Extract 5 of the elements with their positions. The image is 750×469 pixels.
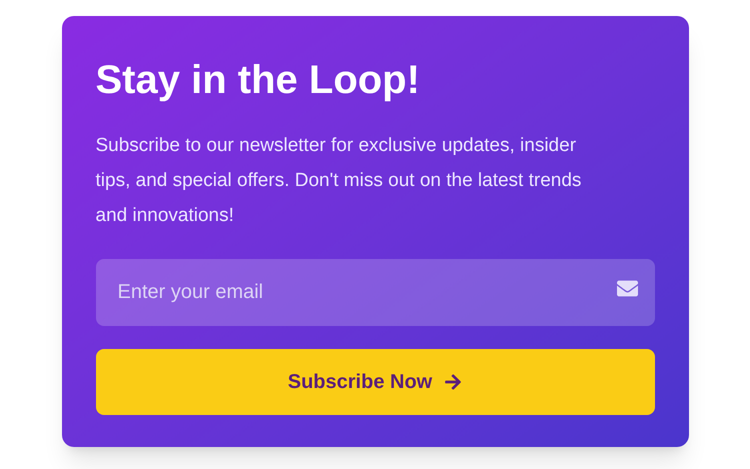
card-title: Stay in the Loop! (96, 57, 421, 104)
card-description: Subscribe to our newsletter for exclusive updates, insider tips, and special offers. Don't miss out on the latest trends and innovations! (96, 134, 582, 228)
envelope-icon (616, 278, 638, 299)
subscribe-button[interactable]: Subscribe Now (96, 349, 654, 415)
arrow-icon (444, 373, 462, 391)
